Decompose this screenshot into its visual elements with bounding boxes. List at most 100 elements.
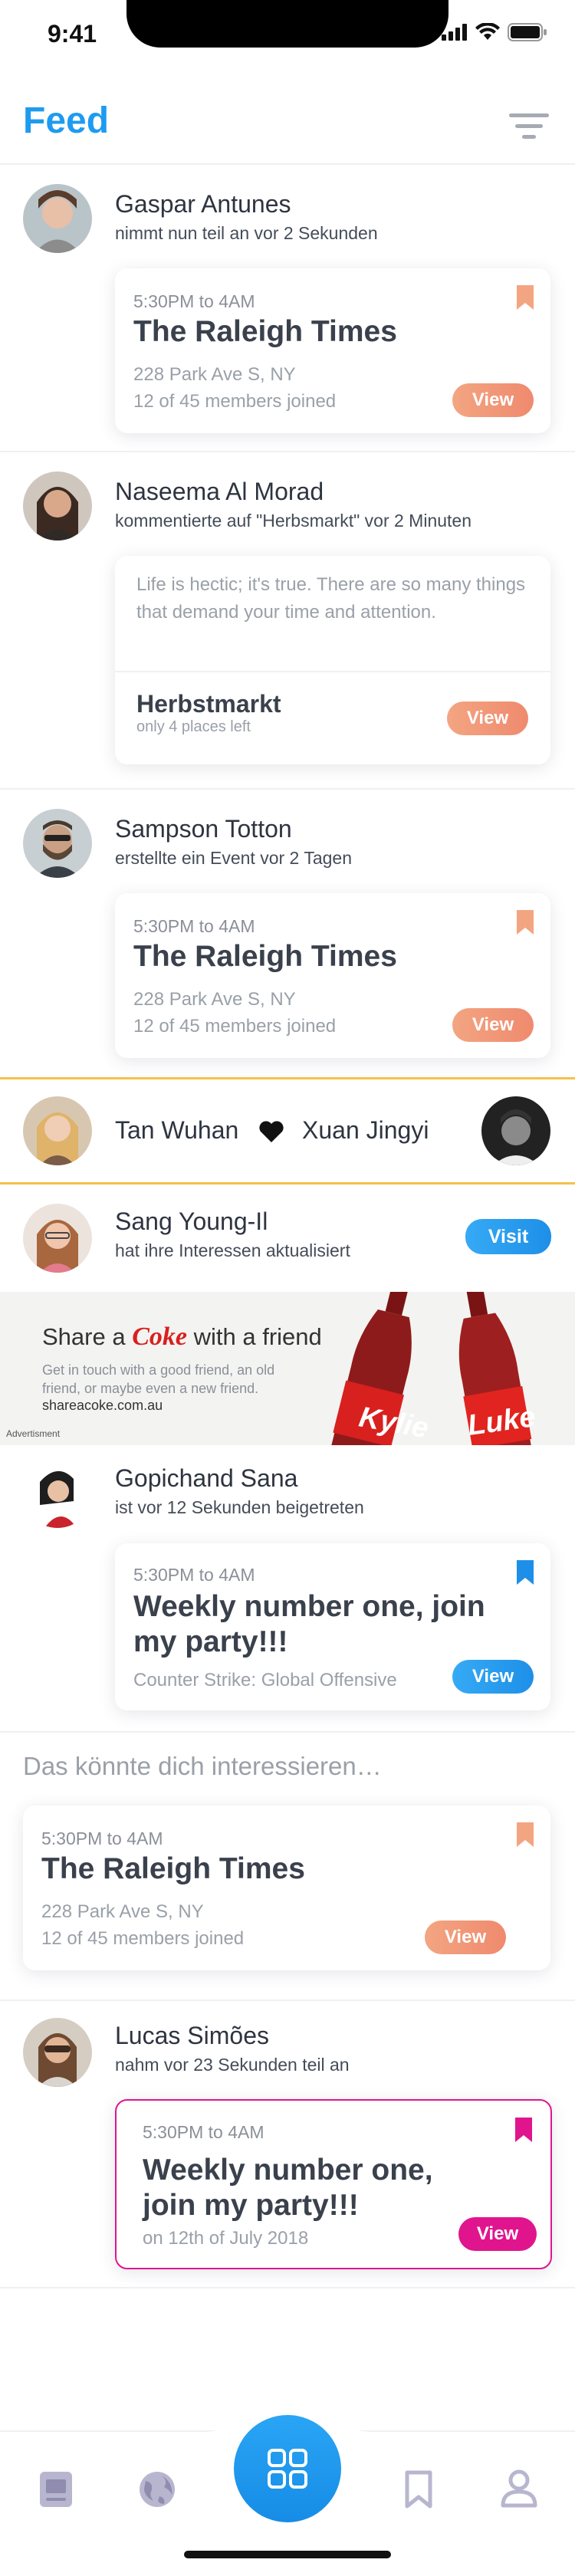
- event-game: Counter Strike: Global Offensive: [133, 1670, 397, 1691]
- match-left-name: Tan Wuhan: [115, 1116, 239, 1144]
- document-icon: [40, 2472, 72, 2507]
- event-members: 12 of 45 members joined: [41, 1928, 245, 1949]
- match-row[interactable]: Tan Wuhan Xuan Jingyi: [0, 1077, 575, 1184]
- event-members: 12 of 45 members joined: [133, 1016, 337, 1037]
- feed-post: Lucas Simões nahm vor 23 Sekunden teil a…: [0, 2001, 575, 2288]
- featured-event-card[interactable]: 5:30PM to 4AM Weekly number one, join my…: [115, 2099, 552, 2269]
- event-title: The Raleigh Times: [133, 315, 397, 348]
- tab-saved[interactable]: [405, 2470, 432, 2512]
- suggested-event-card[interactable]: 5:30PM to 4AM The Raleigh Times 228 Park…: [23, 1806, 550, 1970]
- notch: [127, 0, 449, 48]
- page-title: Feed: [23, 100, 110, 141]
- view-button[interactable]: View: [452, 1660, 534, 1694]
- user-name[interactable]: Sang Young-Il: [115, 1208, 268, 1236]
- places-left: only 4 places left: [136, 718, 251, 735]
- avatar-right[interactable]: [481, 1096, 550, 1165]
- avatar[interactable]: [23, 184, 92, 253]
- feed-post: Gopichand Sana ist vor 12 Sekunden beige…: [0, 1445, 575, 1733]
- status-bar: 9:41: [0, 0, 575, 69]
- visit-button[interactable]: Visit: [465, 1219, 551, 1254]
- event-date: on 12th of July 2018: [143, 2228, 309, 2249]
- activity-text: hat ihre Interessen aktualisiert: [115, 1240, 350, 1260]
- feed-post: Sampson Totton erstellte ein Event vor 2…: [0, 790, 575, 1077]
- event-time: 5:30PM to 4AM: [133, 1565, 255, 1585]
- ad-label: Advertisment: [6, 1428, 61, 1439]
- interest-update: Sang Young-Il hat ihre Interessen aktual…: [0, 1184, 575, 1292]
- wifi-icon: [475, 23, 500, 40]
- bookmark-icon[interactable]: [517, 1822, 534, 1847]
- view-button[interactable]: View: [425, 1921, 506, 1954]
- center-grid-button[interactable]: [234, 2415, 341, 2522]
- event-time: 5:30PM to 4AM: [133, 916, 255, 936]
- event-card[interactable]: 5:30PM to 4AM The Raleigh Times 228 Park…: [115, 268, 550, 433]
- tab-profile[interactable]: [500, 2469, 538, 2512]
- battery-icon: [508, 23, 547, 41]
- activity-text: ist vor 12 Sekunden beigetreten: [115, 1497, 364, 1517]
- event-time: 5:30PM to 4AM: [133, 291, 255, 311]
- heart-icon: [259, 1121, 284, 1142]
- user-name[interactable]: Naseema Al Morad: [115, 478, 324, 506]
- avatar[interactable]: [23, 472, 92, 540]
- avatar-left[interactable]: [23, 1096, 92, 1165]
- ad-headline-post: with a friend: [193, 1323, 322, 1350]
- event-card[interactable]: 5:30PM to 4AM Weekly number one, join my…: [115, 1543, 550, 1710]
- user-name[interactable]: Gopichand Sana: [115, 1464, 297, 1493]
- signal-icon: [442, 24, 467, 41]
- comment-card[interactable]: Life is hectic; it's true. There are so …: [115, 556, 550, 764]
- view-button[interactable]: View: [452, 1008, 534, 1042]
- avatar[interactable]: [23, 2018, 92, 2087]
- bookmark-icon[interactable]: [517, 285, 534, 310]
- activity-text: nimmt nun teil an vor 2 Sekunden: [115, 223, 378, 243]
- activity-text: erstellte ein Event vor 2 Tagen: [115, 848, 352, 868]
- view-button[interactable]: View: [447, 702, 528, 735]
- event-address: 228 Park Ave S, NY: [41, 1901, 204, 1922]
- suggestions-section: 5:30PM to 4AM The Raleigh Times 228 Park…: [0, 1733, 575, 2001]
- filter-icon: [509, 113, 549, 139]
- bookmark-icon[interactable]: [515, 2118, 532, 2142]
- event-members: 12 of 45 members joined: [133, 391, 337, 412]
- globe-icon: [140, 2472, 175, 2507]
- avatar[interactable]: [23, 1204, 92, 1273]
- feed-post: Gaspar Antunes nimmt nun teil an vor 2 S…: [0, 165, 575, 452]
- activity-text: kommentierte auf "Herbsmarkt" vor 2 Minu…: [115, 511, 472, 531]
- event-address: 228 Park Ave S, NY: [133, 364, 296, 385]
- avatar[interactable]: [23, 1459, 92, 1528]
- comment-quote: Life is hectic; it's true. There are so …: [136, 574, 526, 623]
- event-title: The Raleigh Times: [133, 940, 397, 973]
- profile-icon: [501, 2469, 537, 2508]
- view-button[interactable]: View: [458, 2217, 537, 2251]
- tab-explore[interactable]: [138, 2470, 176, 2512]
- advertisement[interactable]: Share a Coke with a friend Get in touch …: [0, 1292, 575, 1445]
- tab-feed[interactable]: [38, 2470, 74, 2512]
- bookmark-icon: [405, 2470, 432, 2509]
- event-title: Herbstmarkt: [136, 690, 281, 718]
- ad-body: Get in touch with a good friend, an old …: [42, 1362, 275, 1396]
- bookmark-icon[interactable]: [517, 910, 534, 935]
- bookmark-icon[interactable]: [517, 1560, 534, 1585]
- event-address: 228 Park Ave S, NY: [133, 989, 296, 1010]
- avatar[interactable]: [23, 809, 92, 878]
- home-indicator: [184, 2551, 391, 2558]
- filter-button[interactable]: [506, 107, 552, 146]
- user-name[interactable]: Lucas Simões: [115, 2022, 269, 2050]
- ad-headline-pre: Share a: [42, 1323, 126, 1350]
- divider: [115, 671, 550, 672]
- event-time: 5:30PM to 4AM: [41, 1829, 163, 1848]
- match-right-name: Xuan Jingyi: [302, 1116, 429, 1144]
- ad-brand: Coke: [132, 1322, 187, 1351]
- status-icons: [442, 23, 547, 41]
- event-title: Weekly number one, join my party!!!: [133, 1590, 485, 1658]
- user-name[interactable]: Gaspar Antunes: [115, 190, 291, 219]
- event-time: 5:30PM to 4AM: [143, 2122, 264, 2142]
- event-card[interactable]: 5:30PM to 4AM The Raleigh Times 228 Park…: [115, 893, 550, 1058]
- user-name[interactable]: Sampson Totton: [115, 815, 292, 843]
- event-title: The Raleigh Times: [41, 1852, 305, 1885]
- event-title: Weekly number one, join my party!!!: [143, 2154, 433, 2222]
- feed-post: Naseema Al Morad kommentierte auf "Herbs…: [0, 452, 575, 790]
- view-button[interactable]: View: [452, 383, 534, 417]
- feed-header: Feed: [0, 69, 575, 165]
- ad-url[interactable]: shareacoke.com.au: [42, 1398, 163, 1414]
- activity-text: nahm vor 23 Sekunden teil an: [115, 2055, 350, 2075]
- status-time: 9:41: [48, 20, 97, 48]
- ad-headline: Share a Coke with a friend: [42, 1322, 322, 1352]
